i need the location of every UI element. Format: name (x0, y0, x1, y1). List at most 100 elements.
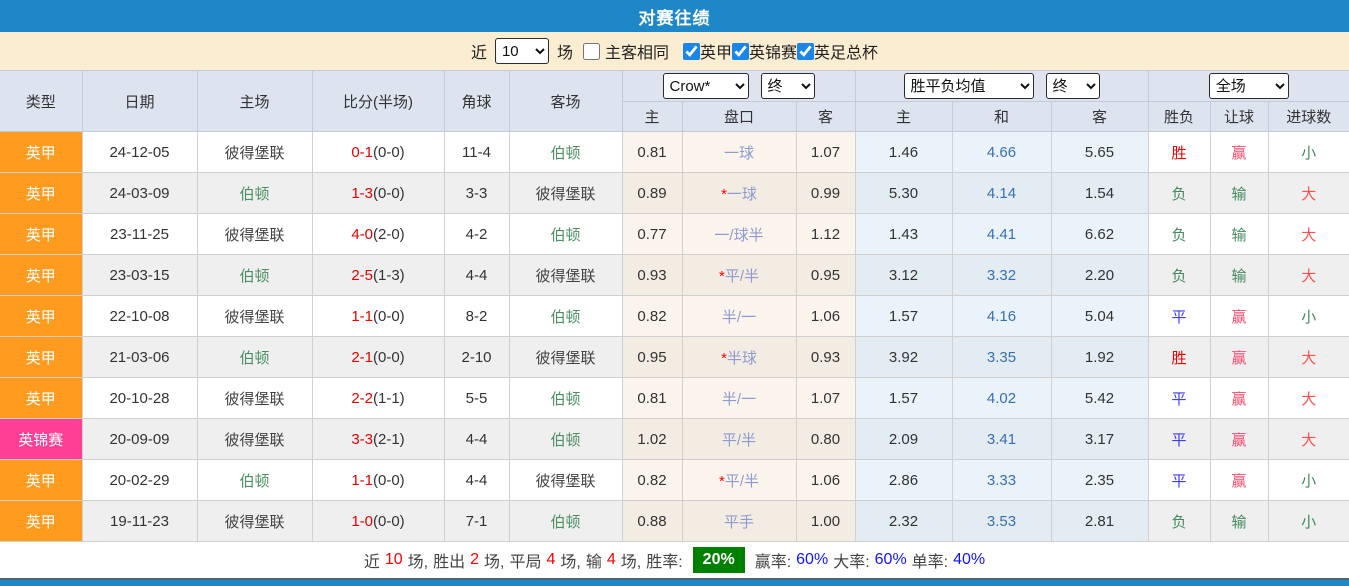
goals-cell: 小 (1267, 131, 1349, 173)
mean-away-cell: 1.92 (1050, 336, 1149, 378)
home-team-name: 伯顿 (239, 185, 270, 203)
corners-cell: 2-10 (443, 336, 510, 378)
home-team-name: 彼得堡联 (224, 226, 285, 244)
home-odds-cell: 0.82 (621, 459, 683, 501)
mean-home-cell: 2.32 (854, 500, 953, 542)
handicap-result-text: 赢 (1231, 390, 1247, 408)
handicap-cell: 一/球半 (681, 213, 797, 255)
away-team-cell: 伯顿 (508, 418, 623, 460)
home-odds-cell: 1.02 (621, 418, 683, 460)
summary-draw-label: 平局 (509, 554, 542, 571)
mean-away-cell: 5.65 (1050, 131, 1149, 173)
away-team-cell: 伯顿 (508, 377, 623, 419)
home-team-cell: 彼得堡联 (196, 131, 313, 173)
corners-cell: 8-2 (443, 295, 510, 337)
away-odds-cell: 0.99 (795, 172, 856, 214)
handicap-name: 一球 (726, 185, 757, 203)
mean-type-select[interactable]: 胜平负均值 (903, 73, 1034, 99)
head-to-head-table: 类型 日期 主场 比分(半场) 角球 客场 Crow* 终 胜平负均值 终 全场… (0, 70, 1349, 542)
halftime-score: (1-3) (373, 266, 405, 284)
league-checkbox-yingzuzongbei[interactable] (797, 42, 815, 60)
corners-cell: 4-4 (443, 459, 510, 501)
mean-draw-cell: 4.66 (951, 131, 1052, 173)
mean-away-cell: 2.35 (1050, 459, 1149, 501)
league-checkbox-yingjinsai[interactable] (732, 42, 750, 60)
table-row: 英甲 24-12-05 彼得堡联 0-1(0-0) 11-4 伯顿 0.81 一… (0, 131, 1349, 173)
handicap-cell: 半/一 (681, 377, 797, 419)
handicap-result-cell: 输 (1209, 172, 1269, 214)
summary-recent-value: 10 (384, 551, 403, 568)
goals-cell: 大 (1267, 172, 1349, 214)
goals-text: 小 (1301, 144, 1317, 162)
handicap-result-text: 输 (1231, 267, 1247, 285)
mean-away-cell: 6.62 (1050, 213, 1149, 255)
scope-group-header: 全场 (1147, 70, 1349, 102)
mean-draw-cell: 3.41 (951, 418, 1052, 460)
goals-text: 大 (1301, 226, 1317, 244)
away-team-cell: 伯顿 (508, 213, 623, 255)
mean-stage-select[interactable]: 终 (1045, 73, 1100, 99)
goals-cell: 小 (1267, 295, 1349, 337)
home-team-name: 彼得堡联 (224, 144, 285, 162)
score-cell: 4-0(2-0) (311, 213, 445, 255)
handicap-name: 平手 (723, 513, 754, 531)
type-badge-cell: 英甲 (0, 131, 83, 173)
home-odds-cell: 0.95 (621, 336, 683, 378)
handicap-result-cell: 赢 (1209, 377, 1269, 419)
odds-company-select[interactable]: Crow* (662, 73, 749, 99)
home-odds-cell: 0.88 (621, 500, 683, 542)
away-team-cell: 伯顿 (508, 295, 623, 337)
summary-bar: 近 10 场, 胜出 2 场, 平局 4 场, 输 4 场, 胜率: 20% 赢… (0, 542, 1349, 578)
summary-handicap-rate-value: 60% (796, 551, 829, 568)
mean-home-cell: 1.46 (854, 131, 953, 173)
score-cell: 3-3(2-1) (311, 418, 445, 460)
away-odds-cell: 1.06 (795, 295, 856, 337)
table-row: 英锦赛 20-09-09 彼得堡联 3-3(2-1) 4-4 伯顿 1.02 平… (0, 418, 1349, 460)
home-team-cell: 彼得堡联 (196, 295, 313, 337)
mean-home-cell: 2.86 (854, 459, 953, 501)
recent-count-select[interactable]: 10 (494, 38, 549, 64)
result-text: 胜 (1171, 144, 1187, 162)
home-team-name: 伯顿 (239, 472, 270, 490)
league-filter-yingjia: 英甲 (683, 39, 732, 63)
handicap-name: 一球 (723, 144, 754, 162)
home-team-cell: 伯顿 (196, 459, 313, 501)
away-team-name: 伯顿 (550, 431, 581, 449)
goals-text: 大 (1301, 349, 1317, 367)
result-cell: 负 (1147, 254, 1211, 296)
away-team-cell: 彼得堡联 (508, 459, 623, 501)
handicap-name: 平/半 (721, 431, 757, 449)
result-cell: 胜 (1147, 131, 1211, 173)
handicap-cell: *平/半 (681, 254, 797, 296)
win-rate-badge: 20% (692, 547, 745, 573)
away-team-name: 伯顿 (550, 513, 581, 531)
subcol-odds-away: 客 (795, 101, 856, 132)
type-badge-cell: 英甲 (0, 336, 83, 378)
league-checkbox-yingjia[interactable] (683, 42, 700, 60)
away-odds-cell: 1.12 (795, 213, 856, 255)
score-cell: 2-2(1-1) (311, 377, 445, 419)
summary-draw-value: 4 (546, 551, 556, 568)
home-odds-cell: 0.81 (621, 377, 683, 419)
away-odds-cell: 1.06 (795, 459, 856, 501)
date-cell: 23-03-15 (81, 254, 198, 296)
home-odds-cell: 0.93 (621, 254, 683, 296)
same-venue-checkbox[interactable] (582, 42, 600, 60)
result-text: 负 (1171, 267, 1187, 285)
home-odds-cell: 0.81 (621, 131, 683, 173)
odds-group-header: Crow* 终 (621, 70, 856, 102)
fulltime-score: 4-0 (351, 225, 373, 243)
mean-home-cell: 5.30 (854, 172, 953, 214)
table-row: 英甲 19-11-23 彼得堡联 1-0(0-0) 7-1 伯顿 0.88 平手… (0, 500, 1349, 542)
mean-home-cell: 1.57 (854, 295, 953, 337)
summary-lose-label: 输 (585, 554, 602, 571)
summary-big-rate-value: 60% (874, 551, 907, 568)
home-team-cell: 彼得堡联 (196, 377, 313, 419)
mean-draw-cell: 4.14 (951, 172, 1052, 214)
home-odds-cell: 0.89 (621, 172, 683, 214)
odds-stage-select[interactable]: 终 (760, 73, 815, 99)
mean-away-cell: 1.54 (1050, 172, 1149, 214)
mean-draw-cell: 4.16 (951, 295, 1052, 337)
corners-cell: 4-4 (443, 254, 510, 296)
scope-select[interactable]: 全场 (1208, 73, 1289, 99)
